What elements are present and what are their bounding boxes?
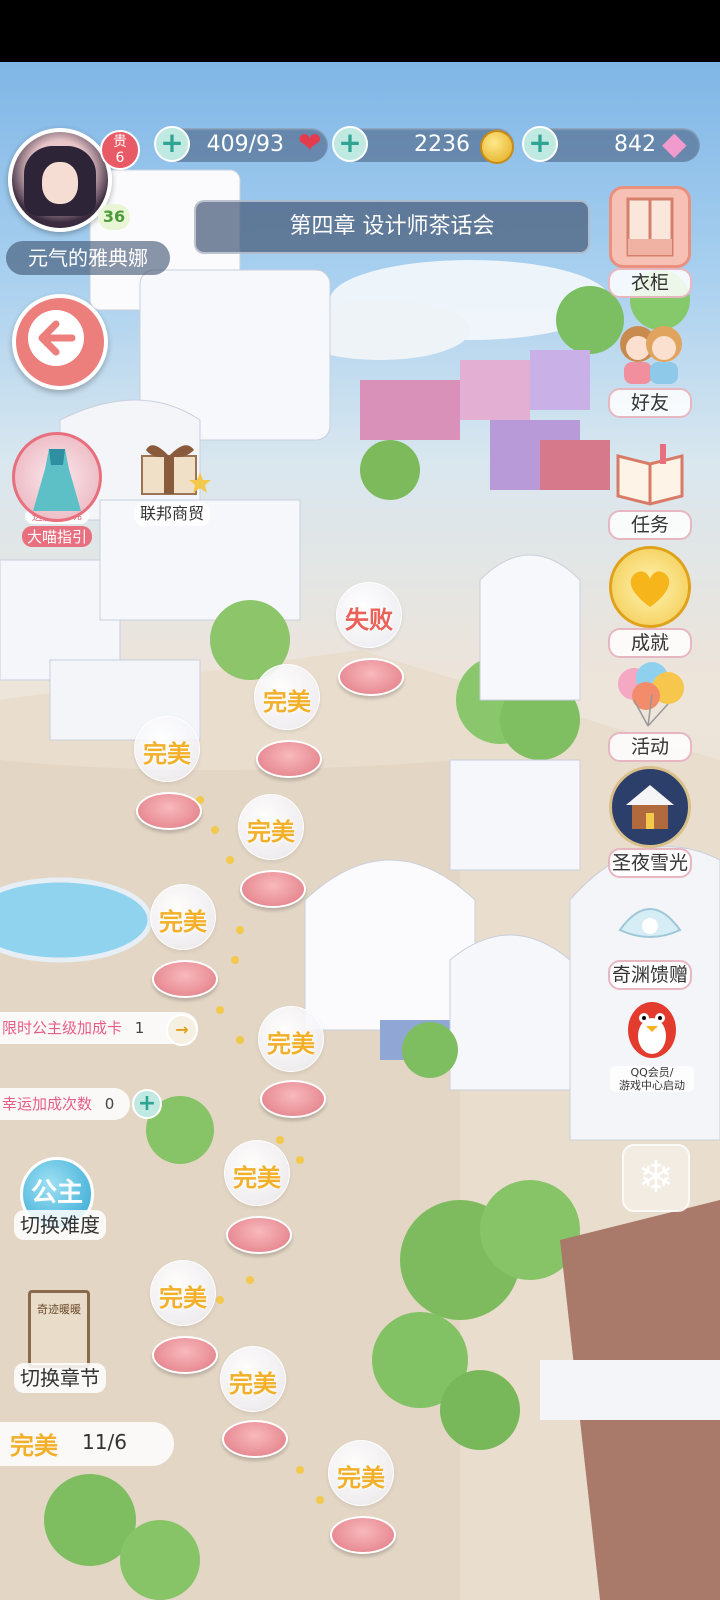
task-button[interactable]: 任务 xyxy=(606,434,694,540)
status-bar xyxy=(0,0,720,62)
add-coins-button[interactable]: + xyxy=(332,126,368,162)
player-name: 元气的雅典娜 xyxy=(6,241,170,275)
achievement-label: 成就 xyxy=(608,628,692,658)
stage-node-9[interactable] xyxy=(222,1420,288,1458)
wardrobe-icon xyxy=(609,186,691,268)
stage-node-5[interactable] xyxy=(152,960,218,998)
perfect-count-bar: 完美 11/6 xyxy=(0,1422,174,1466)
stage-node-10[interactable] xyxy=(330,1516,396,1554)
switch-difficulty-button[interactable]: 切换难度 xyxy=(14,1210,106,1240)
stage-node-2[interactable] xyxy=(256,740,322,778)
player-level: 36 xyxy=(98,204,130,230)
player-avatar[interactable] xyxy=(8,128,112,232)
event-button[interactable]: 活动 xyxy=(606,656,694,762)
luck-bonus-bar[interactable]: 幸运加成次数 0 xyxy=(0,1088,130,1120)
stage-result-bubble: 完美 xyxy=(150,1260,216,1326)
guide-label: 大喵指引 xyxy=(22,526,92,547)
buff-card-count: 1 xyxy=(134,1019,145,1037)
perfect-count-label: 完美 xyxy=(10,1432,58,1460)
qq-vip-button[interactable]: QQ会员/ 游戏中心启动 xyxy=(610,990,694,1092)
dress-guide-icon xyxy=(12,432,102,522)
coin-value: 2236 xyxy=(414,132,470,157)
gift-box-icon xyxy=(141,445,211,495)
switch-chapter-button[interactable]: 切换章节 xyxy=(14,1363,106,1393)
stage-node-7[interactable] xyxy=(226,1216,292,1254)
friends-icon xyxy=(612,312,688,388)
stage-result-bubble: 完美 xyxy=(134,716,200,782)
achievement-heart-icon xyxy=(609,546,691,628)
stage-node-4[interactable] xyxy=(240,870,306,908)
achievement-button[interactable]: 成就 xyxy=(606,546,694,658)
luck-bonus-label: 幸运加成次数 xyxy=(2,1095,93,1113)
event-label: 活动 xyxy=(608,732,692,762)
add-gems-button[interactable]: + xyxy=(522,126,558,162)
stage-node-1[interactable] xyxy=(338,658,404,696)
friends-button[interactable]: 好友 xyxy=(606,312,694,418)
buff-card-label: 限时公主级加成卡 xyxy=(2,1019,123,1037)
stage-result-bubble: 失败 xyxy=(336,582,402,648)
coin-icon xyxy=(480,130,514,164)
vip-badge[interactable]: 贵 6 xyxy=(100,130,140,170)
stage-node-6[interactable] xyxy=(260,1080,326,1118)
stage-result-bubble: 完美 xyxy=(254,664,320,730)
balloons-icon xyxy=(612,656,688,732)
task-label: 任务 xyxy=(608,510,692,540)
snow-night-label: 圣夜雪光 xyxy=(608,848,692,878)
abyss-gift-label: 奇渊馈赠 xyxy=(608,960,692,990)
stamina-value: 409/93 xyxy=(206,132,284,157)
stage-node-8[interactable] xyxy=(152,1336,218,1374)
heart-icon: ❤ xyxy=(298,126,322,159)
gem-value: 842 xyxy=(614,132,656,157)
arrow-left-icon xyxy=(28,310,84,366)
qq-vip-label: QQ会员/ 游戏中心启动 xyxy=(610,1066,694,1092)
stage-node-3[interactable] xyxy=(136,792,202,830)
stage-result-bubble: 完美 xyxy=(328,1440,394,1506)
chapter-book-icon[interactable]: 奇迹暖暖 xyxy=(28,1290,90,1368)
wardrobe-button[interactable]: 衣柜 xyxy=(606,186,694,298)
add-luck-button[interactable]: + xyxy=(132,1089,162,1119)
book-title: 奇迹暖暖 xyxy=(37,1303,81,1316)
snowflake-icon[interactable]: ❄ xyxy=(622,1144,690,1212)
shell-gift-icon xyxy=(612,884,688,960)
add-stamina-button[interactable]: + xyxy=(154,126,190,162)
stage-result-bubble: 完美 xyxy=(224,1140,290,1206)
stage-result-bubble: 完美 xyxy=(238,794,304,860)
luck-bonus-count: 0 xyxy=(104,1095,115,1113)
federal-trade-label: 联邦商贸 xyxy=(133,502,210,526)
vip-label: 贵 xyxy=(113,134,127,150)
task-book-icon xyxy=(612,434,688,510)
snow-night-button[interactable]: 圣夜雪光 xyxy=(606,766,694,878)
arrow-right-icon[interactable]: → xyxy=(166,1014,198,1046)
chapter-title[interactable]: 第四章 设计师茶话会 xyxy=(194,200,590,254)
snow-house-icon xyxy=(609,766,691,848)
wardrobe-label: 衣柜 xyxy=(608,268,692,298)
back-button[interactable] xyxy=(12,294,108,390)
stage-result-bubble: 完美 xyxy=(258,1006,324,1072)
avatar-face xyxy=(42,162,78,204)
abyss-gift-button[interactable]: 奇渊馈赠 xyxy=(606,884,694,990)
stage-result-bubble: 完美 xyxy=(220,1346,286,1412)
diamond-icon: ◆ xyxy=(662,124,687,162)
friends-label: 好友 xyxy=(608,388,692,418)
vip-level: 6 xyxy=(115,150,125,166)
qq-penguin-icon xyxy=(614,990,690,1066)
stage-result-bubble: 完美 xyxy=(150,884,216,950)
guide-button[interactable]: 进度:78% 大喵指引 xyxy=(10,432,104,547)
federal-trade-button[interactable]: 联邦商贸 xyxy=(126,436,218,526)
perfect-count-value: 11/6 xyxy=(82,1430,127,1454)
